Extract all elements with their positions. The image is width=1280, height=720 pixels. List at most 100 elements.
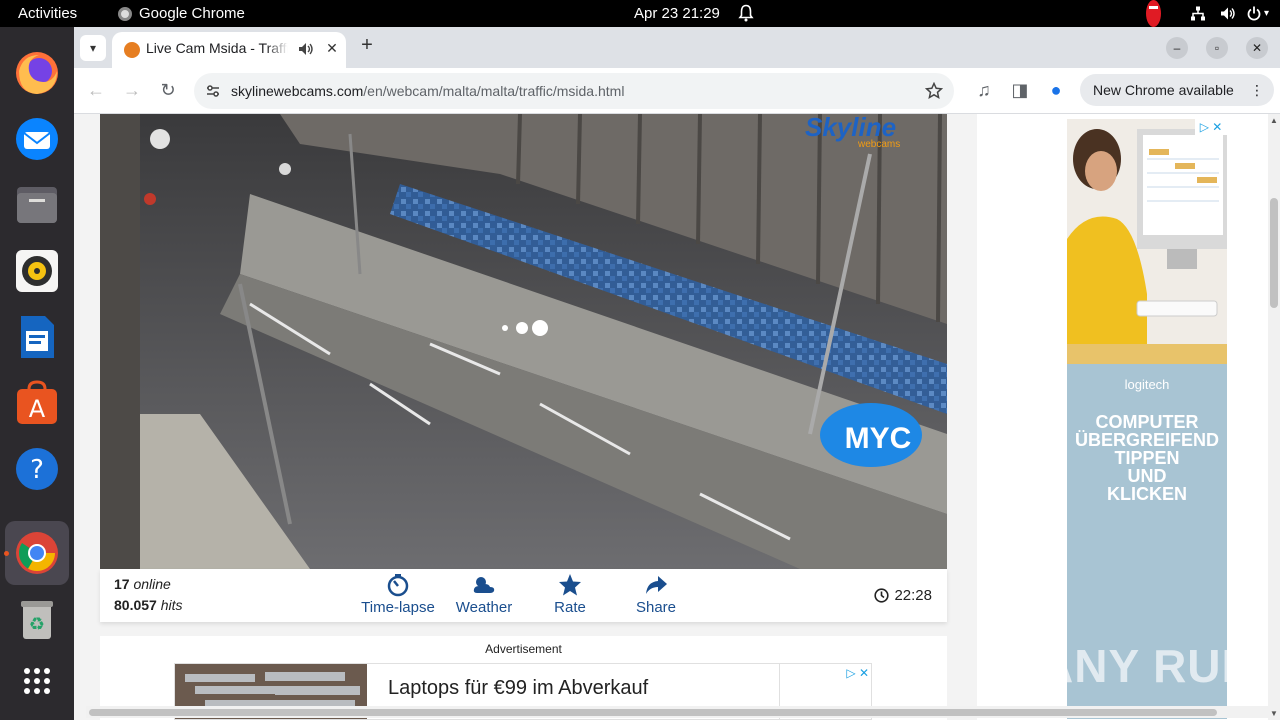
trash-icon[interactable]: ♻: [13, 595, 61, 643]
new-tab-button[interactable]: +: [356, 35, 378, 57]
hits-count: 80.057: [114, 597, 157, 613]
main-column: Skyline webcams MYC 17 online 80.057 hit…: [100, 114, 947, 720]
clock-icon: [874, 588, 890, 603]
site-info-icon[interactable]: [206, 84, 220, 98]
advertisement-label: Advertisement: [485, 642, 562, 656]
side-panel-icon[interactable]: ◨: [1008, 78, 1032, 102]
app-center-icon[interactable]: A: [13, 379, 61, 427]
anyrun-watermark: ANY RUN: [1040, 640, 1256, 692]
side-ad-line: UND: [1127, 466, 1167, 486]
power-icon[interactable]: [1246, 0, 1262, 27]
vertical-scrollbar-thumb[interactable]: [1270, 198, 1278, 308]
show-apps-icon[interactable]: [13, 657, 61, 705]
close-window-button[interactable]: ✕: [1246, 37, 1268, 59]
skyline-logo-sub: webcams: [857, 139, 900, 150]
maximize-button[interactable]: ▫: [1206, 37, 1228, 59]
rate-label: Rate: [554, 599, 586, 616]
tab-live-cam[interactable]: Live Cam Msida - Traffic ✕: [112, 32, 346, 68]
svg-text:A: A: [29, 395, 46, 423]
webcam-local-time: 22:28: [874, 587, 932, 604]
close-tab-icon[interactable]: ✕: [322, 38, 342, 58]
adchoices-icon[interactable]: ▷ ✕: [846, 666, 869, 680]
running-indicator: [4, 551, 9, 556]
dock: A ? ♻: [0, 27, 74, 720]
webcam-video-frame: Skyline webcams MYC: [100, 114, 947, 569]
chrome-small-icon: [118, 6, 132, 21]
side-ad-line: ÜBERGREIFEND: [1074, 430, 1219, 450]
side-ad-line: KLICKEN: [1107, 484, 1187, 504]
ad-banner-headline: Laptops für €99 im Abverkauf: [388, 677, 649, 699]
timelapse-label: Time-lapse: [361, 599, 435, 616]
system-menu-arrow-icon[interactable]: ▾: [1264, 0, 1269, 27]
adchoices-side-icon[interactable]: ▷ ✕: [1195, 119, 1227, 135]
clock[interactable]: Apr 23 21:29: [634, 0, 720, 27]
scroll-down-arrow-icon[interactable]: ▼: [1270, 709, 1278, 718]
tab-strip: ▾ Live Cam Msida - Traffic ✕ + – ▫ ✕: [74, 27, 1280, 68]
network-icon[interactable]: [1190, 0, 1206, 27]
libreoffice-writer-icon[interactable]: [13, 313, 61, 361]
do-not-disturb-icon[interactable]: [1146, 0, 1161, 27]
profile-icon[interactable]: ●: [1044, 78, 1068, 102]
url-path: /en/webcam/malta/malta/traffic/msida.htm…: [363, 83, 625, 99]
side-ad-line: COMPUTER: [1095, 412, 1199, 432]
weather-icon: [473, 577, 495, 593]
logitech-side-ad[interactable]: logitech COMPUTER ÜBERGREIFEND TIPPEN UN…: [1067, 119, 1227, 719]
vertical-scrollbar[interactable]: ▲ ▼: [1268, 114, 1280, 720]
volume-icon[interactable]: [1220, 0, 1236, 27]
webcam-player[interactable]: Skyline webcams MYC: [100, 114, 947, 569]
weather-button[interactable]: Weather: [439, 573, 529, 616]
back-button[interactable]: ←: [84, 78, 108, 102]
scroll-up-arrow-icon[interactable]: ▲: [1270, 116, 1278, 125]
skyline-logo: Skyline: [805, 114, 896, 142]
help-icon[interactable]: ?: [13, 445, 61, 493]
address-bar[interactable]: skylinewebcams.com/en/webcam/malta/malta…: [194, 73, 954, 109]
activities-button[interactable]: Activities: [18, 0, 77, 27]
myc-logo: MYC: [845, 422, 912, 455]
sidebar-column: logitech COMPUTER ÜBERGREIFEND TIPPEN UN…: [977, 114, 1280, 720]
skyline-favicon-icon: [124, 42, 140, 58]
reload-button[interactable]: ↻: [156, 78, 180, 102]
notification-bell-icon[interactable]: [738, 0, 754, 27]
tab-search-button[interactable]: ▾: [80, 35, 106, 61]
browser-toolbar: ← → ↻ skylinewebcams.com/en/webcam/malta…: [74, 68, 1280, 114]
chrome-update-button[interactable]: New Chrome available ⋮: [1080, 74, 1274, 106]
horizontal-scrollbar[interactable]: [86, 706, 1268, 718]
files-icon[interactable]: [13, 181, 61, 229]
rate-button[interactable]: Rate: [525, 573, 615, 616]
chrome-icon[interactable]: [13, 529, 61, 577]
logitech-logo: logitech: [1124, 377, 1170, 392]
more-menu-icon[interactable]: ⋮: [1250, 74, 1264, 106]
forward-button[interactable]: →: [120, 78, 144, 102]
bookmark-star-icon[interactable]: [925, 82, 943, 100]
firefox-icon[interactable]: [13, 49, 61, 97]
audio-playing-icon[interactable]: [298, 41, 314, 57]
online-count: 17: [114, 576, 130, 592]
web-page: Skyline webcams MYC 17 online 80.057 hit…: [74, 114, 1280, 720]
weather-label: Weather: [455, 599, 513, 616]
online-counter: 17 online: [114, 576, 171, 592]
share-icon: [646, 576, 667, 594]
tab-title: Live Cam Msida - Traffic: [146, 40, 288, 56]
media-controls-icon[interactable]: ♫: [972, 78, 996, 102]
timelapse-button[interactable]: Time-lapse: [353, 573, 443, 616]
rhythmbox-icon[interactable]: [13, 247, 61, 295]
chevron-down-icon: ▾: [89, 41, 97, 55]
chrome-update-label: New Chrome available: [1093, 82, 1234, 98]
chrome-window: ▾ Live Cam Msida - Traffic ✕ + – ▫ ✕ ← →…: [74, 27, 1280, 720]
side-ad-headline: COMPUTER ÜBERGREIFEND TIPPEN UND KLICKEN: [1067, 413, 1227, 503]
app-menu-label: Google Chrome: [139, 5, 245, 22]
app-menu[interactable]: Google Chrome: [118, 0, 245, 27]
system-top-bar: Activities Google Chrome Apr 23 21:29 ▾: [0, 0, 1280, 27]
share-button[interactable]: Share: [611, 573, 701, 616]
svg-text:?: ?: [30, 455, 44, 485]
thunderbird-icon[interactable]: [13, 115, 61, 163]
side-ad-line: TIPPEN: [1114, 448, 1180, 468]
hits-counter: 80.057 hits: [114, 597, 183, 613]
webcam-time-value: 22:28: [894, 587, 932, 604]
webcam-info-bar: 17 online 80.057 hits Time-lapse Weather…: [100, 569, 947, 622]
woman-at-computer-image: [1067, 119, 1227, 364]
horizontal-scrollbar-thumb[interactable]: [89, 709, 1217, 716]
share-label: Share: [635, 599, 677, 616]
minimize-button[interactable]: –: [1166, 37, 1188, 59]
online-label: online: [133, 576, 171, 592]
